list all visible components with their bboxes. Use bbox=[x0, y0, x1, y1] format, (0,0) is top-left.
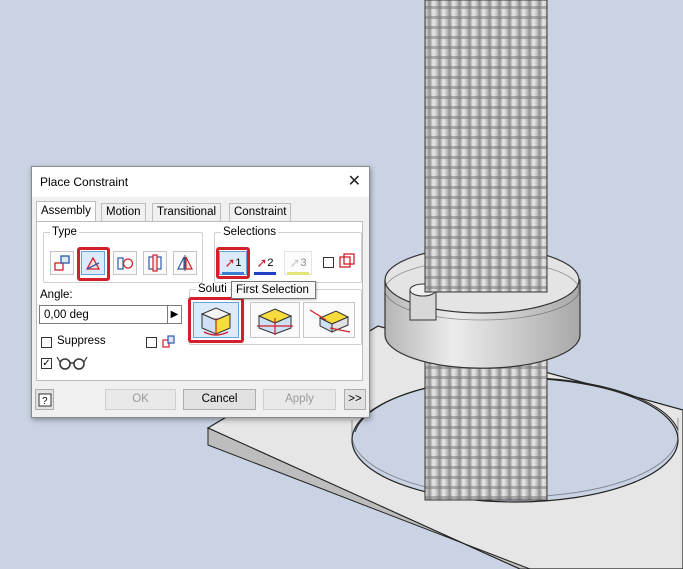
first-occurrence-checkbox[interactable] bbox=[323, 257, 334, 268]
expand-button[interactable]: >> bbox=[344, 389, 366, 410]
help-icon: ? bbox=[38, 393, 51, 407]
type-group-label: Type bbox=[52, 226, 77, 238]
ok-button[interactable]: OK bbox=[105, 389, 176, 410]
selection-2-label: 2 bbox=[267, 257, 274, 269]
help-button[interactable]: ? bbox=[35, 389, 54, 410]
directed-angle-solution-button[interactable] bbox=[193, 302, 239, 338]
tangent-icon bbox=[117, 257, 134, 270]
dialog-titlebar[interactable]: Place Constraint ✕ bbox=[32, 167, 369, 197]
limits-checkbox[interactable] bbox=[146, 337, 157, 348]
insert-icon bbox=[148, 254, 162, 272]
selection-3-underline bbox=[287, 272, 309, 275]
suppress-checkbox[interactable] bbox=[41, 337, 52, 348]
undirected-angle-icon bbox=[257, 308, 293, 335]
threaded-rod-upper bbox=[424, 0, 548, 293]
selection-2-underline bbox=[254, 272, 276, 275]
place-constraint-dialog: Place Constraint ✕ Assembly Motion Trans… bbox=[31, 166, 370, 418]
solution-group-label: Soluti bbox=[198, 283, 227, 295]
angle-constraint-button[interactable] bbox=[81, 251, 105, 275]
cursor-arrow-icon: ➚ bbox=[224, 255, 236, 270]
explicit-reference-solution-button[interactable] bbox=[303, 302, 355, 338]
mate-constraint-button[interactable] bbox=[50, 251, 74, 275]
first-selection-tooltip: First Selection bbox=[231, 281, 316, 299]
suppress-label: Suppress bbox=[57, 335, 106, 347]
select-other-icon[interactable] bbox=[338, 253, 356, 271]
svg-text:?: ? bbox=[42, 396, 48, 407]
cursor-arrow-icon-2: ➚ bbox=[256, 255, 268, 270]
preview-checkbox[interactable]: ✓ bbox=[41, 358, 52, 369]
apply-button[interactable]: Apply bbox=[263, 389, 336, 410]
symmetry-icon bbox=[177, 255, 193, 271]
symmetry-constraint-button[interactable] bbox=[173, 251, 197, 275]
angle-label: Angle: bbox=[40, 289, 73, 301]
explicit-reference-icon bbox=[309, 309, 351, 333]
cancel-button[interactable]: Cancel bbox=[183, 389, 256, 410]
selection-1-label: 1 bbox=[235, 257, 242, 269]
dialog-title: Place Constraint bbox=[40, 175, 129, 189]
limits-icon bbox=[162, 335, 175, 348]
directed-angle-icon bbox=[200, 307, 232, 336]
glasses-icon bbox=[56, 356, 88, 370]
tangent-constraint-button[interactable] bbox=[113, 251, 137, 275]
angle-menu-button[interactable]: ▶ bbox=[167, 305, 182, 324]
tab-assembly[interactable]: Assembly bbox=[36, 201, 96, 221]
angle-input[interactable] bbox=[39, 305, 182, 324]
mate-icon bbox=[54, 255, 70, 271]
selections-group-label: Selections bbox=[223, 226, 277, 238]
tab-motion[interactable]: Motion bbox=[101, 203, 146, 221]
cursor-arrow-icon-3: ➚ bbox=[289, 255, 301, 270]
selection-1-underline bbox=[222, 272, 244, 275]
tab-constraint-set[interactable]: Constraint Set bbox=[229, 203, 292, 234]
insert-constraint-button[interactable] bbox=[143, 251, 167, 275]
undirected-angle-solution-button[interactable] bbox=[250, 302, 300, 338]
tab-transitional[interactable]: Transitional bbox=[152, 203, 222, 221]
selection-3-label: 3 bbox=[300, 257, 307, 269]
angle-icon bbox=[85, 256, 101, 270]
threaded-rod-lower bbox=[424, 349, 548, 501]
triangle-right-icon: ▶ bbox=[170, 309, 179, 320]
close-icon[interactable]: ✕ bbox=[348, 171, 361, 191]
